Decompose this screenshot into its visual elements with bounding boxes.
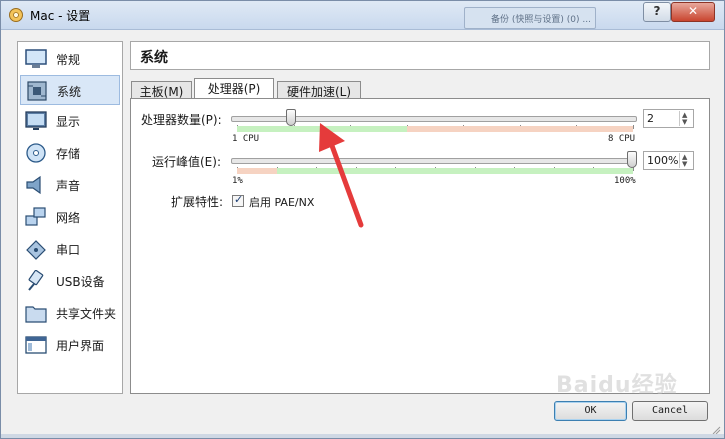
gear-icon xyxy=(9,8,23,22)
cpu-max-label: 8 CPU xyxy=(608,134,636,144)
background-window-tab: 备份 (快照与设置) (0) ... xyxy=(464,7,596,29)
display-icon xyxy=(25,111,47,130)
title-bar[interactable]: Mac - 设置 备份 (快照与设置) (0) ... ? ✕ xyxy=(1,1,724,30)
slider-tick xyxy=(633,125,634,129)
cpu-count-spinbox[interactable]: 2 ▲ ▼ xyxy=(643,109,694,128)
exec-cap-label: 运行峰值(E): xyxy=(152,155,221,169)
sidebar-item-label: USB设备 xyxy=(56,275,105,289)
sidebar-item-label: 网络 xyxy=(56,211,81,225)
sidebar-item-label: 系统 xyxy=(57,85,82,99)
background-window-title: 备份 (快照与设置) (0) ... xyxy=(491,15,591,25)
cpu-slider-thumb[interactable] xyxy=(286,109,296,126)
sidebar-item-label: 串口 xyxy=(56,243,81,257)
network-icon xyxy=(25,207,46,226)
exec-cap-slider-thumb[interactable] xyxy=(627,151,637,168)
spin-arrows[interactable]: ▲ ▼ xyxy=(679,111,692,126)
exec-cap-warning-zone xyxy=(237,168,277,174)
sidebar-item-display[interactable]: 显示 xyxy=(20,106,120,136)
exec-cap-value: 100% xyxy=(647,154,679,167)
cancel-button[interactable]: Cancel xyxy=(632,401,708,421)
window-title: Mac - 设置 xyxy=(30,9,91,23)
sidebar-item-network[interactable]: 网络 xyxy=(20,202,120,232)
disk-icon xyxy=(26,143,46,163)
exec-cap-min-label: 1% xyxy=(232,176,243,186)
sidebar-item-label: 常规 xyxy=(56,53,81,67)
sidebar-item-label: 共享文件夹 xyxy=(56,307,117,321)
sidebar-item-system[interactable]: 系统 xyxy=(20,75,120,105)
section-header: 系统 xyxy=(130,41,710,70)
sidebar-item-storage[interactable]: 存储 xyxy=(20,138,120,168)
sidebar-item-label: 声音 xyxy=(56,179,81,193)
serial-port-icon xyxy=(26,240,46,260)
sidebar-item-serial-ports[interactable]: 串口 xyxy=(20,234,120,264)
exec-cap-spinbox[interactable]: 100% ▲ ▼ xyxy=(643,151,694,170)
spin-arrows[interactable]: ▲ ▼ xyxy=(679,153,692,168)
exec-cap-slider-track[interactable] xyxy=(231,158,637,164)
annotation-arrow-icon xyxy=(319,123,364,228)
motherboard-icon xyxy=(27,81,47,101)
sidebar-item-label: 用户界面 xyxy=(56,339,105,353)
settings-window: Mac - 设置 备份 (快照与设置) (0) ... ? ✕ 常规 系统 显示… xyxy=(0,0,725,439)
spin-down-icon[interactable]: ▼ xyxy=(682,119,687,126)
window-icon xyxy=(25,336,47,354)
cpu-count-value: 2 xyxy=(647,112,654,125)
extended-features-label: 扩展特性: xyxy=(171,195,224,209)
page-title: 系统 xyxy=(140,50,168,66)
speaker-icon xyxy=(26,175,41,195)
close-button[interactable]: ✕ xyxy=(671,2,715,22)
usb-icon xyxy=(28,270,44,291)
window-bottom-edge xyxy=(1,434,724,438)
sidebar-item-user-interface[interactable]: 用户界面 xyxy=(20,330,120,360)
watermark: Baidu经验 xyxy=(556,373,678,398)
tab-processor[interactable]: 处理器(P) xyxy=(194,78,274,100)
sidebar-item-general[interactable]: 常规 xyxy=(20,44,120,74)
folder-icon xyxy=(25,306,47,323)
help-button[interactable]: ? xyxy=(643,2,671,22)
sidebar-item-shared-folders[interactable]: 共享文件夹 xyxy=(20,298,120,328)
ok-button[interactable]: OK xyxy=(554,401,627,421)
exec-cap-max-label: 100% xyxy=(614,176,636,186)
settings-sidebar: 常规 系统 显示 存储 声音 网络 串口 USB设备 共享文件夹 用户界面 xyxy=(17,41,123,394)
pae-nx-label[interactable]: 启用 PAE/NX xyxy=(249,194,314,210)
checkmark-icon: ✓ xyxy=(234,193,244,206)
cpu-warning-zone xyxy=(407,126,633,132)
monitor-icon xyxy=(25,49,47,68)
sidebar-item-label: 存储 xyxy=(56,147,81,161)
cpu-count-label: 处理器数量(P): xyxy=(141,113,222,127)
pae-nx-checkbox[interactable]: ✓ xyxy=(232,193,244,207)
sidebar-item-audio[interactable]: 声音 xyxy=(20,170,120,200)
spin-down-icon[interactable]: ▼ xyxy=(682,161,687,168)
sidebar-item-usb[interactable]: USB设备 xyxy=(20,266,120,296)
sidebar-item-label: 显示 xyxy=(56,115,81,129)
cpu-min-label: 1 CPU xyxy=(232,134,260,144)
